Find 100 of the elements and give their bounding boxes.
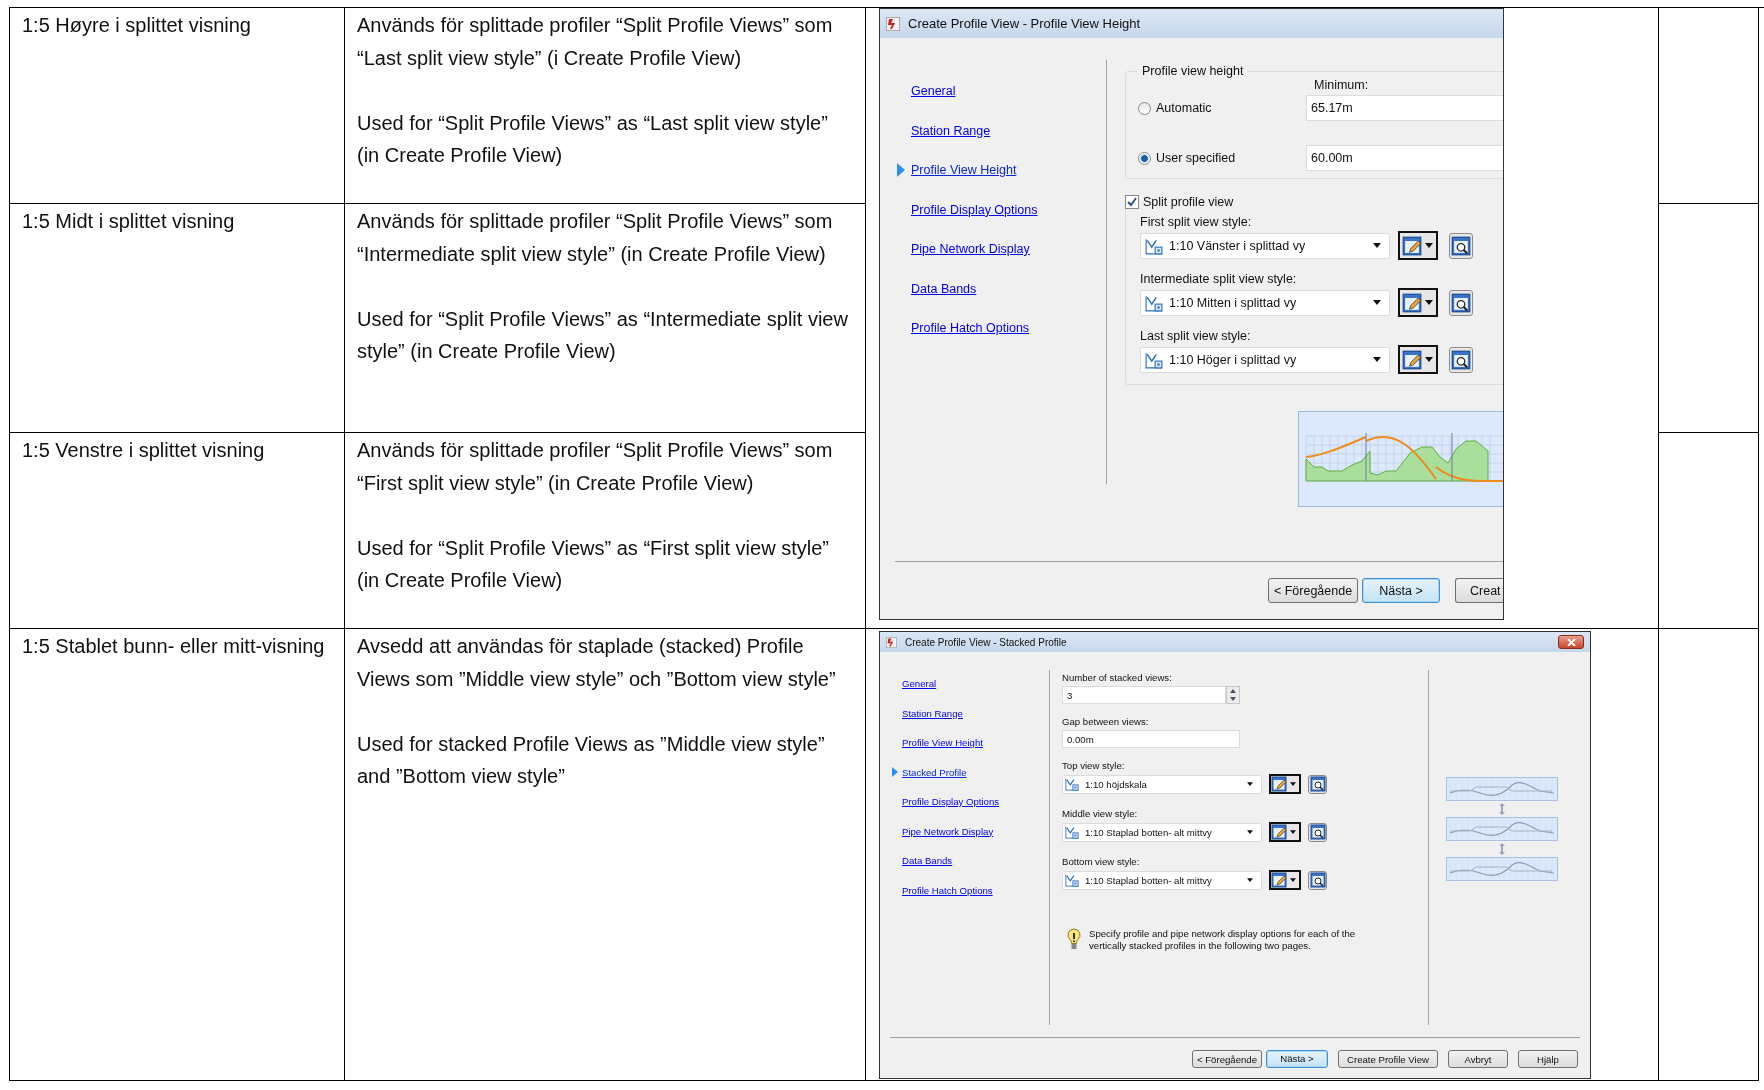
edit-style-button[interactable] <box>1269 774 1301 794</box>
nav-link[interactable]: Pipe Network Display <box>911 242 1030 256</box>
pencil-icon <box>1402 292 1422 313</box>
window-title: Create Profile View - Profile View Height <box>908 16 1141 31</box>
group-title: Profile view height <box>1141 64 1245 78</box>
nav-link[interactable]: General <box>911 84 956 98</box>
view-style-button[interactable] <box>1449 346 1473 373</box>
magnifier-icon <box>1309 824 1326 840</box>
nav-link[interactable]: Profile Display Options <box>911 202 1038 217</box>
profile-style-icon <box>1065 825 1079 839</box>
row-name: 1:5 Midt i splittet visning <box>22 210 235 232</box>
checkbox[interactable] <box>1125 195 1139 209</box>
edit-style-button[interactable] <box>1398 288 1438 317</box>
app-logo-icon <box>886 16 900 31</box>
pointer-icon <box>897 163 905 177</box>
caret-icon <box>1247 878 1253 882</box>
dialog-button[interactable]: Create Profile View <box>1338 1050 1438 1068</box>
view-style-button[interactable] <box>1308 870 1327 890</box>
profile-style-icon <box>1145 236 1163 255</box>
double-arrow-icon <box>1498 803 1506 815</box>
caret-icon <box>1290 830 1296 834</box>
caret-icon <box>1425 357 1433 362</box>
field-label: Minimum: <box>1314 78 1370 94</box>
caret-icon <box>1290 782 1296 786</box>
magnifier-icon <box>1451 235 1471 256</box>
caret-icon <box>1290 878 1296 882</box>
close-button[interactable] <box>1558 635 1584 649</box>
caret-icon <box>1373 300 1381 305</box>
description-text: Used for “Split Profile Views” as “Last split view style” (in Create Profile View) <box>357 110 829 168</box>
nav-link[interactable]: General <box>902 678 937 689</box>
edit-style-button[interactable] <box>1269 870 1301 890</box>
style-dropdown[interactable]: 1:10 Staplad botten- alt mittvy <box>1062 822 1262 842</box>
window-title: Create Profile View - Stacked Profile <box>905 636 1067 648</box>
dialog-button[interactable]: Creat <box>1455 578 1503 603</box>
style-dropdown[interactable]: 1:10 Mitten i splittad vy <box>1140 289 1390 316</box>
height-field[interactable]: 60.00m <box>1306 145 1503 171</box>
app-logo-icon <box>886 636 897 648</box>
description-text: Used for “Split Profile Views” as “First split view style” (in Create Profile View) <box>357 535 830 593</box>
info-text: Specify profile and pipe network display options for each of the vertically stacked profiles in the following two pages. <box>1089 928 1357 952</box>
field-label: Top view style: <box>1062 760 1126 773</box>
dialog-button[interactable]: Nästa > <box>1266 1050 1328 1068</box>
view-style-button[interactable] <box>1308 822 1327 842</box>
description-text: Används för splittade profiler “Split Profile Views” som “First split view style” (in Create Profile View) <box>357 438 834 496</box>
pencil-icon <box>1271 776 1287 792</box>
style-dropdown[interactable]: 1:10 Vänster i splittad vy <box>1140 232 1390 259</box>
field-label: First split view style: <box>1140 214 1253 231</box>
nav-link[interactable]: Profile View Height <box>911 163 1017 177</box>
edit-style-button[interactable] <box>1398 345 1438 374</box>
dialog-button[interactable]: < Föregående <box>1268 578 1358 603</box>
magnifier-icon <box>1451 292 1471 313</box>
field-label: Gap between views: <box>1062 716 1150 729</box>
view-style-button[interactable] <box>1308 774 1327 794</box>
profile-style-icon <box>1065 777 1079 791</box>
magnifier-icon <box>1309 872 1326 888</box>
description-text: Används för splittade profiler “Split Profile Views” som “Last split view style” (i Create Profile View) <box>357 13 834 71</box>
nav-link[interactable]: Station Range <box>902 707 963 719</box>
edit-style-button[interactable] <box>1269 822 1301 842</box>
profile-style-icon <box>1065 873 1079 887</box>
dialog-button[interactable]: Avbryt <box>1448 1050 1508 1068</box>
style-dropdown[interactable]: 1:10 Staplad botten- alt mittvy <box>1062 870 1262 890</box>
row-name: 1:5 Venstre i splittet visning <box>22 439 265 461</box>
dialog-button[interactable]: < Föregående <box>1192 1050 1262 1068</box>
spin-up-icon <box>1230 689 1236 693</box>
edit-style-button[interactable] <box>1398 231 1438 260</box>
magnifier-icon <box>1309 776 1326 792</box>
profile-style-icon <box>1145 350 1163 369</box>
field-label: Intermediate split view style: <box>1140 271 1298 288</box>
description-text: Used for stacked Profile Views as ”Middle view style” and ”Bottom view style” <box>357 731 826 789</box>
style-dropdown[interactable]: 1:10 Höger i splittad vy <box>1140 346 1390 373</box>
height-field[interactable]: 65.17m <box>1306 95 1503 121</box>
pencil-icon <box>1271 872 1287 888</box>
view-style-button[interactable] <box>1449 232 1473 259</box>
row-name: 1:5 Høyre i splittet visning <box>22 14 251 36</box>
nav-link[interactable]: Profile View Height <box>902 737 983 748</box>
pointer-icon <box>892 766 898 777</box>
nav-link[interactable]: Data Bands <box>911 281 977 296</box>
description-text: Avsedd att användas för staplade (stacked) Profile Views som ”Middle view style” och ”Bottom view style” <box>357 634 837 692</box>
profile-style-icon <box>1145 293 1163 312</box>
nav-link[interactable]: Profile Hatch Options <box>911 321 1030 335</box>
caret-icon <box>1247 830 1253 834</box>
nav-link[interactable]: Station Range <box>911 123 991 138</box>
radio-button[interactable] <box>1138 101 1151 115</box>
nav-link[interactable]: Data Bands <box>902 855 953 866</box>
gap-field[interactable]: 0.00m <box>1062 730 1240 748</box>
caret-icon <box>1373 243 1381 248</box>
dialog-button[interactable]: Nästa > <box>1362 578 1440 603</box>
dialog-button[interactable]: Hjälp <box>1518 1050 1578 1068</box>
row-name: 1:5 Stablet bunn- eller mitt-visning <box>22 635 325 657</box>
nav-link[interactable]: Stacked Profile <box>902 766 967 778</box>
nav-link[interactable]: Profile Hatch Options <box>902 884 993 896</box>
nav-link[interactable]: Pipe Network Display <box>902 825 994 837</box>
view-style-button[interactable] <box>1449 289 1473 316</box>
nav-link[interactable]: Profile Display Options <box>902 796 1000 807</box>
field-label: Bottom view style: <box>1062 856 1141 869</box>
description-text: Used for “Split Profile Views” as “Intermediate split view style” (in Create Profile View) <box>357 306 849 364</box>
field-label: Middle view style: <box>1062 808 1139 821</box>
style-dropdown[interactable]: 1:10 höjdskala <box>1062 774 1262 794</box>
radio-button[interactable] <box>1138 151 1151 165</box>
caret-icon <box>1247 782 1253 786</box>
pencil-icon <box>1271 824 1287 840</box>
